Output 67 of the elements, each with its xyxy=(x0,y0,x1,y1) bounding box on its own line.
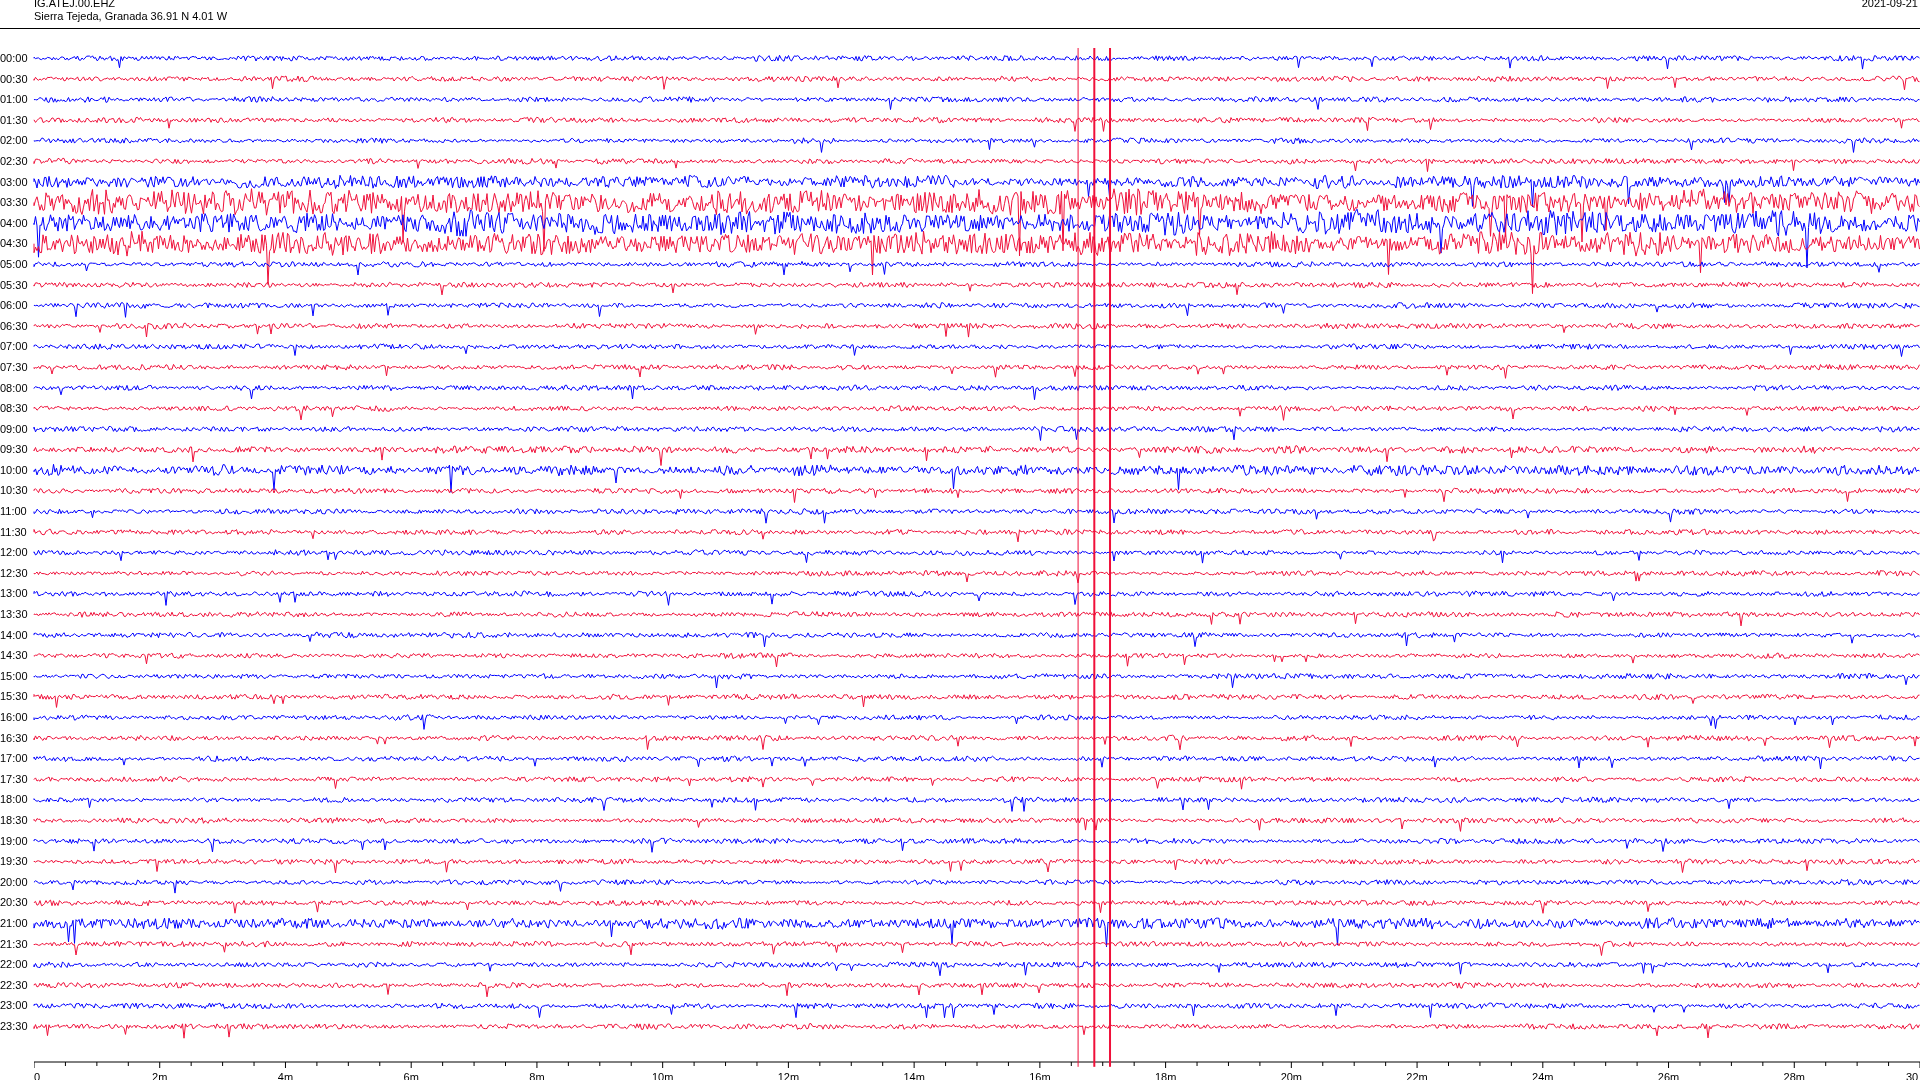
axis-label: 16m xyxy=(1029,1070,1051,1080)
time-label: 14:00 xyxy=(0,627,29,643)
time-label: 23:00 xyxy=(0,998,29,1014)
time-label: 01:00 xyxy=(0,92,29,108)
axis-label: 2m xyxy=(152,1070,168,1080)
plot-date: 2021-09-21 xyxy=(1861,0,1918,11)
axis-label: 8m xyxy=(529,1070,545,1080)
time-label: 08:30 xyxy=(0,401,29,417)
time-label: 19:00 xyxy=(0,833,29,849)
time-label: 04:30 xyxy=(0,236,29,252)
time-label: 18:00 xyxy=(0,792,29,808)
axis-label: 10m xyxy=(651,1070,674,1080)
time-label: 23:30 xyxy=(0,1018,29,1034)
time-label: 00:30 xyxy=(0,71,29,87)
axis-label: 6m xyxy=(403,1070,419,1080)
time-label: 20:30 xyxy=(0,895,29,911)
time-label: 12:00 xyxy=(0,545,29,561)
axis-label: 14m xyxy=(903,1070,925,1080)
time-label: 19:30 xyxy=(0,854,29,870)
station-code: IG.ATEJ.00.EHZ xyxy=(34,0,117,10)
axis-label: 30 xyxy=(1905,1070,1919,1080)
time-label: 09:00 xyxy=(0,421,29,437)
time-label: 14:30 xyxy=(0,648,29,664)
time-label: 16:30 xyxy=(0,730,29,746)
time-label: 13:00 xyxy=(0,586,29,602)
time-label: 09:30 xyxy=(0,442,29,458)
time-label: 13:30 xyxy=(0,607,29,623)
time-label: 17:30 xyxy=(0,771,29,787)
time-label: 01:30 xyxy=(0,112,29,128)
time-label: 02:30 xyxy=(0,153,29,169)
time-label: 07:30 xyxy=(0,359,29,375)
time-label: 17:00 xyxy=(0,751,29,767)
station-location: Sierra Tejeda, Granada 36.91 N 4.01 W xyxy=(34,10,228,23)
axis-label: 22m xyxy=(1406,1070,1428,1080)
time-label: 08:00 xyxy=(0,380,29,396)
axis-label: 18m xyxy=(1154,1070,1177,1080)
time-label: 10:00 xyxy=(0,462,29,478)
time-label: 10:30 xyxy=(0,483,29,499)
axis-label: 26m xyxy=(1657,1070,1680,1080)
time-label: 03:30 xyxy=(0,195,29,211)
axis-label: 20m xyxy=(1280,1070,1303,1080)
time-label: 18:30 xyxy=(0,812,29,828)
time-label: 22:00 xyxy=(0,957,29,973)
time-label: 12:30 xyxy=(0,565,29,581)
time-label: 11:30 xyxy=(0,524,28,540)
time-label: 05:00 xyxy=(0,256,29,272)
time-label: 21:00 xyxy=(0,915,29,931)
axis-label: 12m xyxy=(777,1070,800,1080)
time-label: 00:00 xyxy=(0,51,29,66)
time-label: 15:30 xyxy=(0,689,29,705)
time-label: 02:00 xyxy=(0,133,29,149)
time-label: 22:30 xyxy=(0,977,29,993)
time-label: 15:00 xyxy=(0,668,29,684)
time-label: 07:00 xyxy=(0,339,29,355)
axis-label: 4m xyxy=(277,1070,294,1080)
time-label: 03:00 xyxy=(0,174,29,190)
time-label: 21:30 xyxy=(0,936,29,952)
axis-label: 28m xyxy=(1783,1070,1805,1080)
time-label: 16:00 xyxy=(0,710,29,725)
time-label: 11:00 xyxy=(0,504,28,520)
time-label: 06:00 xyxy=(0,298,29,314)
time-label: 04:00 xyxy=(0,215,29,231)
time-label: 06:30 xyxy=(0,318,29,334)
time-label: 20:00 xyxy=(0,874,29,890)
axis-label: 24m xyxy=(1532,1070,1554,1080)
axis-label: 0 xyxy=(34,1070,41,1080)
time-label: 05:30 xyxy=(0,277,29,293)
